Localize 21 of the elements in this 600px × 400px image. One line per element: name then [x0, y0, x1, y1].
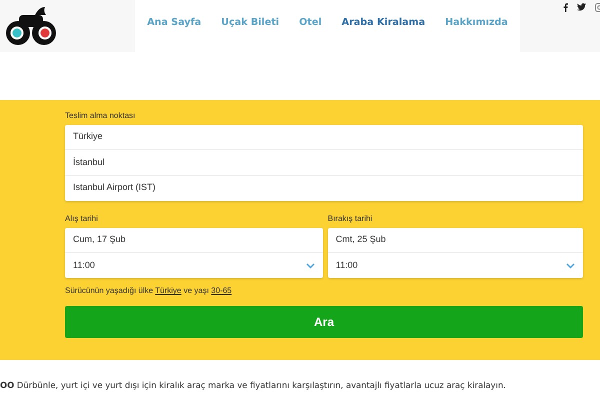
- time-dropdown[interactable]: 11:00: [328, 253, 583, 278]
- date-field[interactable]: Cmt, 25 Şub: [328, 228, 583, 254]
- facebook-icon[interactable]: [563, 3, 568, 12]
- field-label: Bırakış tarihi: [328, 212, 374, 225]
- instagram-icon[interactable]: [595, 3, 600, 12]
- field-label: Alış tarihi: [65, 212, 99, 225]
- age-link[interactable]: 30-65: [211, 286, 232, 296]
- country-link[interactable]: Türkiye: [155, 286, 182, 296]
- driver-info-text: Sürücünün yaşadığı ülke Türkiye ve yaşı 30-65: [65, 285, 233, 298]
- date-field[interactable]: Cum, 17 Şub: [65, 228, 323, 254]
- binoculars-logo[interactable]: [5, 5, 57, 47]
- field-label: Teslim alma noktası: [65, 110, 136, 122]
- location-field[interactable]: Istanbul Airport (IST): [65, 176, 583, 201]
- location-field[interactable]: Türkiye: [65, 125, 583, 150]
- time-dropdown[interactable]: 11:00: [65, 253, 323, 278]
- nav-link[interactable]: Araba Kiralama: [342, 16, 426, 30]
- intro-text: OO Dürbünle, yurt içi ve yurt dışı için kiralık araç marka ve fiyatlarını karşılaştırın, avantajlı fiyatlarla ucuz araç kiralayın.: [0, 379, 507, 392]
- twitter-icon[interactable]: [577, 3, 586, 11]
- chevron-down-icon: [306, 262, 315, 269]
- location-field[interactable]: İstanbul: [65, 150, 583, 176]
- chevron-down-icon: [566, 262, 575, 269]
